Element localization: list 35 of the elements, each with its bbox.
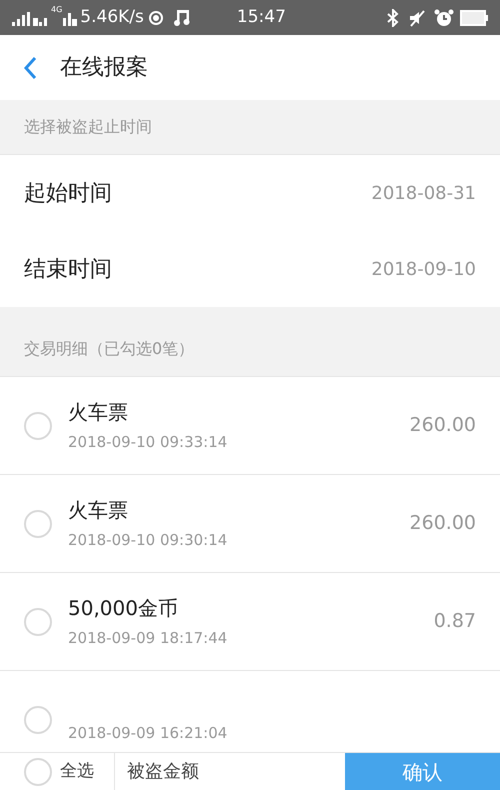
checkbox[interactable] [24,758,52,786]
transaction-title: 50,000金币 [68,595,179,622]
network-speed: 5.46K/s [80,6,144,29]
transaction-time: 2018-09-10 09:30:14 [68,530,228,552]
music-note-icon [174,9,190,26]
date-label: 起始时间 [24,180,112,208]
transaction-amount: 260.00 [410,511,476,536]
section-header: 选择被盗起止时间 [0,100,500,155]
location-icon [148,10,164,26]
transaction-amount: 0.87 [434,609,476,634]
mute-icon [408,8,426,26]
page-title: 在线报案 [60,54,148,82]
alarm-icon [434,8,454,26]
checkbox[interactable] [24,706,52,734]
clock-time: 15:47 [236,6,286,29]
network-label: 4G [51,6,62,14]
checkbox[interactable] [24,608,52,636]
transaction-time: 2018-09-09 16:21:04 [68,723,228,744]
back-icon [23,56,37,80]
date-value: 2018-08-31 [371,182,476,206]
battery-icon [460,10,488,26]
date-value: 2018-09-10 [371,258,476,282]
transaction-time: 2018-09-09 18:17:44 [68,628,228,650]
signal-icon [12,10,50,26]
bluetooth-icon [386,8,400,26]
transaction-title: 火车票 [68,399,129,426]
date-label: 结束时间 [24,256,112,284]
transaction-title: 火车票 [68,497,129,524]
transaction-time: 2018-09-10 09:33:14 [68,432,228,454]
transaction-amount: 260.00 [410,413,476,438]
checkbox[interactable] [24,510,52,538]
select-all-label[interactable]: 全选 [60,758,94,784]
checkbox[interactable] [24,412,52,440]
amount-label: 被盗金额 [127,760,199,784]
section-header: 交易明细（已勾选0笔） [0,322,500,377]
